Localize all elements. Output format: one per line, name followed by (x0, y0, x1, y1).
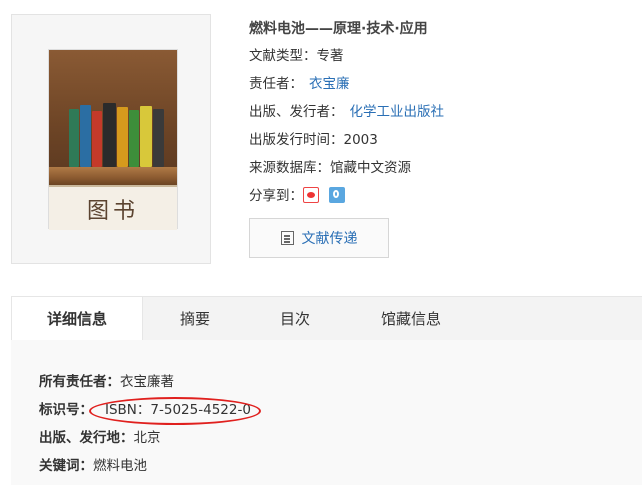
place-label: 出版、发行地： (39, 430, 134, 446)
keywords-label: 关键词： (39, 458, 93, 474)
share-label: 分享到： (249, 188, 303, 204)
year-value: 2003 (343, 132, 378, 148)
doc-type-value: 专著 (316, 48, 344, 64)
tab-contents[interactable]: 目次 (245, 297, 345, 341)
identifier-label: 标识号： (39, 402, 93, 418)
book-info: 燃料电池——原理·技术·应用 文献类型：专著 责任者： 衣宝廉 出版、发行者： 化学… (249, 16, 444, 210)
place-value: 北京 (133, 430, 161, 446)
detail-tabs: 详细信息 摘要 目次 馆藏信息 (11, 296, 642, 341)
author-link[interactable]: 衣宝廉 (309, 76, 350, 92)
tab-abstract[interactable]: 摘要 (145, 297, 245, 341)
publisher-label: 出版、发行者： (249, 104, 344, 120)
source-row: 来源数据库：馆藏中文资源 (249, 154, 444, 182)
source-label: 来源数据库： (249, 160, 330, 176)
detail-place-row: 出版、发行地：北京 (39, 424, 161, 452)
cover-label: 图书 (49, 185, 177, 230)
doc-type-label: 文献类型： (249, 48, 317, 64)
doc-type-row: 文献类型：专著 (249, 42, 444, 70)
author-row: 责任者： 衣宝廉 (249, 70, 444, 98)
document-delivery-button[interactable]: 文献传递 (249, 218, 389, 258)
source-value: 馆藏中文资源 (330, 160, 411, 176)
responsible-value: 衣宝廉著 (120, 374, 174, 390)
book-cover-image: 图书 (49, 50, 177, 230)
document-delivery-label: 文献传递 (301, 231, 358, 247)
publisher-link[interactable]: 化学工业出版社 (350, 104, 445, 120)
author-label: 责任者： (249, 76, 303, 92)
tab-holdings[interactable]: 馆藏信息 (349, 297, 473, 341)
book-title: 燃料电池——原理·技术·应用 (249, 21, 428, 37)
document-icon (280, 231, 294, 245)
book-cover-frame: 图书 (11, 14, 211, 264)
detail-responsible-row: 所有责任者：衣宝廉著 (39, 368, 174, 396)
year-label: 出版发行时间： (249, 132, 344, 148)
tab-detail-info[interactable]: 详细信息 (11, 297, 143, 341)
tencent-weibo-icon[interactable] (329, 187, 345, 203)
highlight-oval (89, 397, 261, 425)
detail-panel: 所有责任者：衣宝廉著 标识号： ISBN：7-5025-4522-0 出版、发行地… (11, 340, 642, 485)
year-row: 出版发行时间：2003 (249, 126, 444, 154)
publisher-row: 出版、发行者： 化学工业出版社 (249, 98, 444, 126)
share-row: 分享到： (249, 182, 444, 210)
detail-keywords-row: 关键词：燃料电池 (39, 452, 147, 480)
bookshelf-graphic (49, 50, 177, 185)
responsible-label: 所有责任者： (39, 374, 120, 390)
sina-weibo-icon[interactable] (303, 187, 319, 203)
detail-identifier-row: 标识号： ISBN：7-5025-4522-0 (39, 396, 261, 425)
keywords-value: 燃料电池 (93, 458, 147, 474)
